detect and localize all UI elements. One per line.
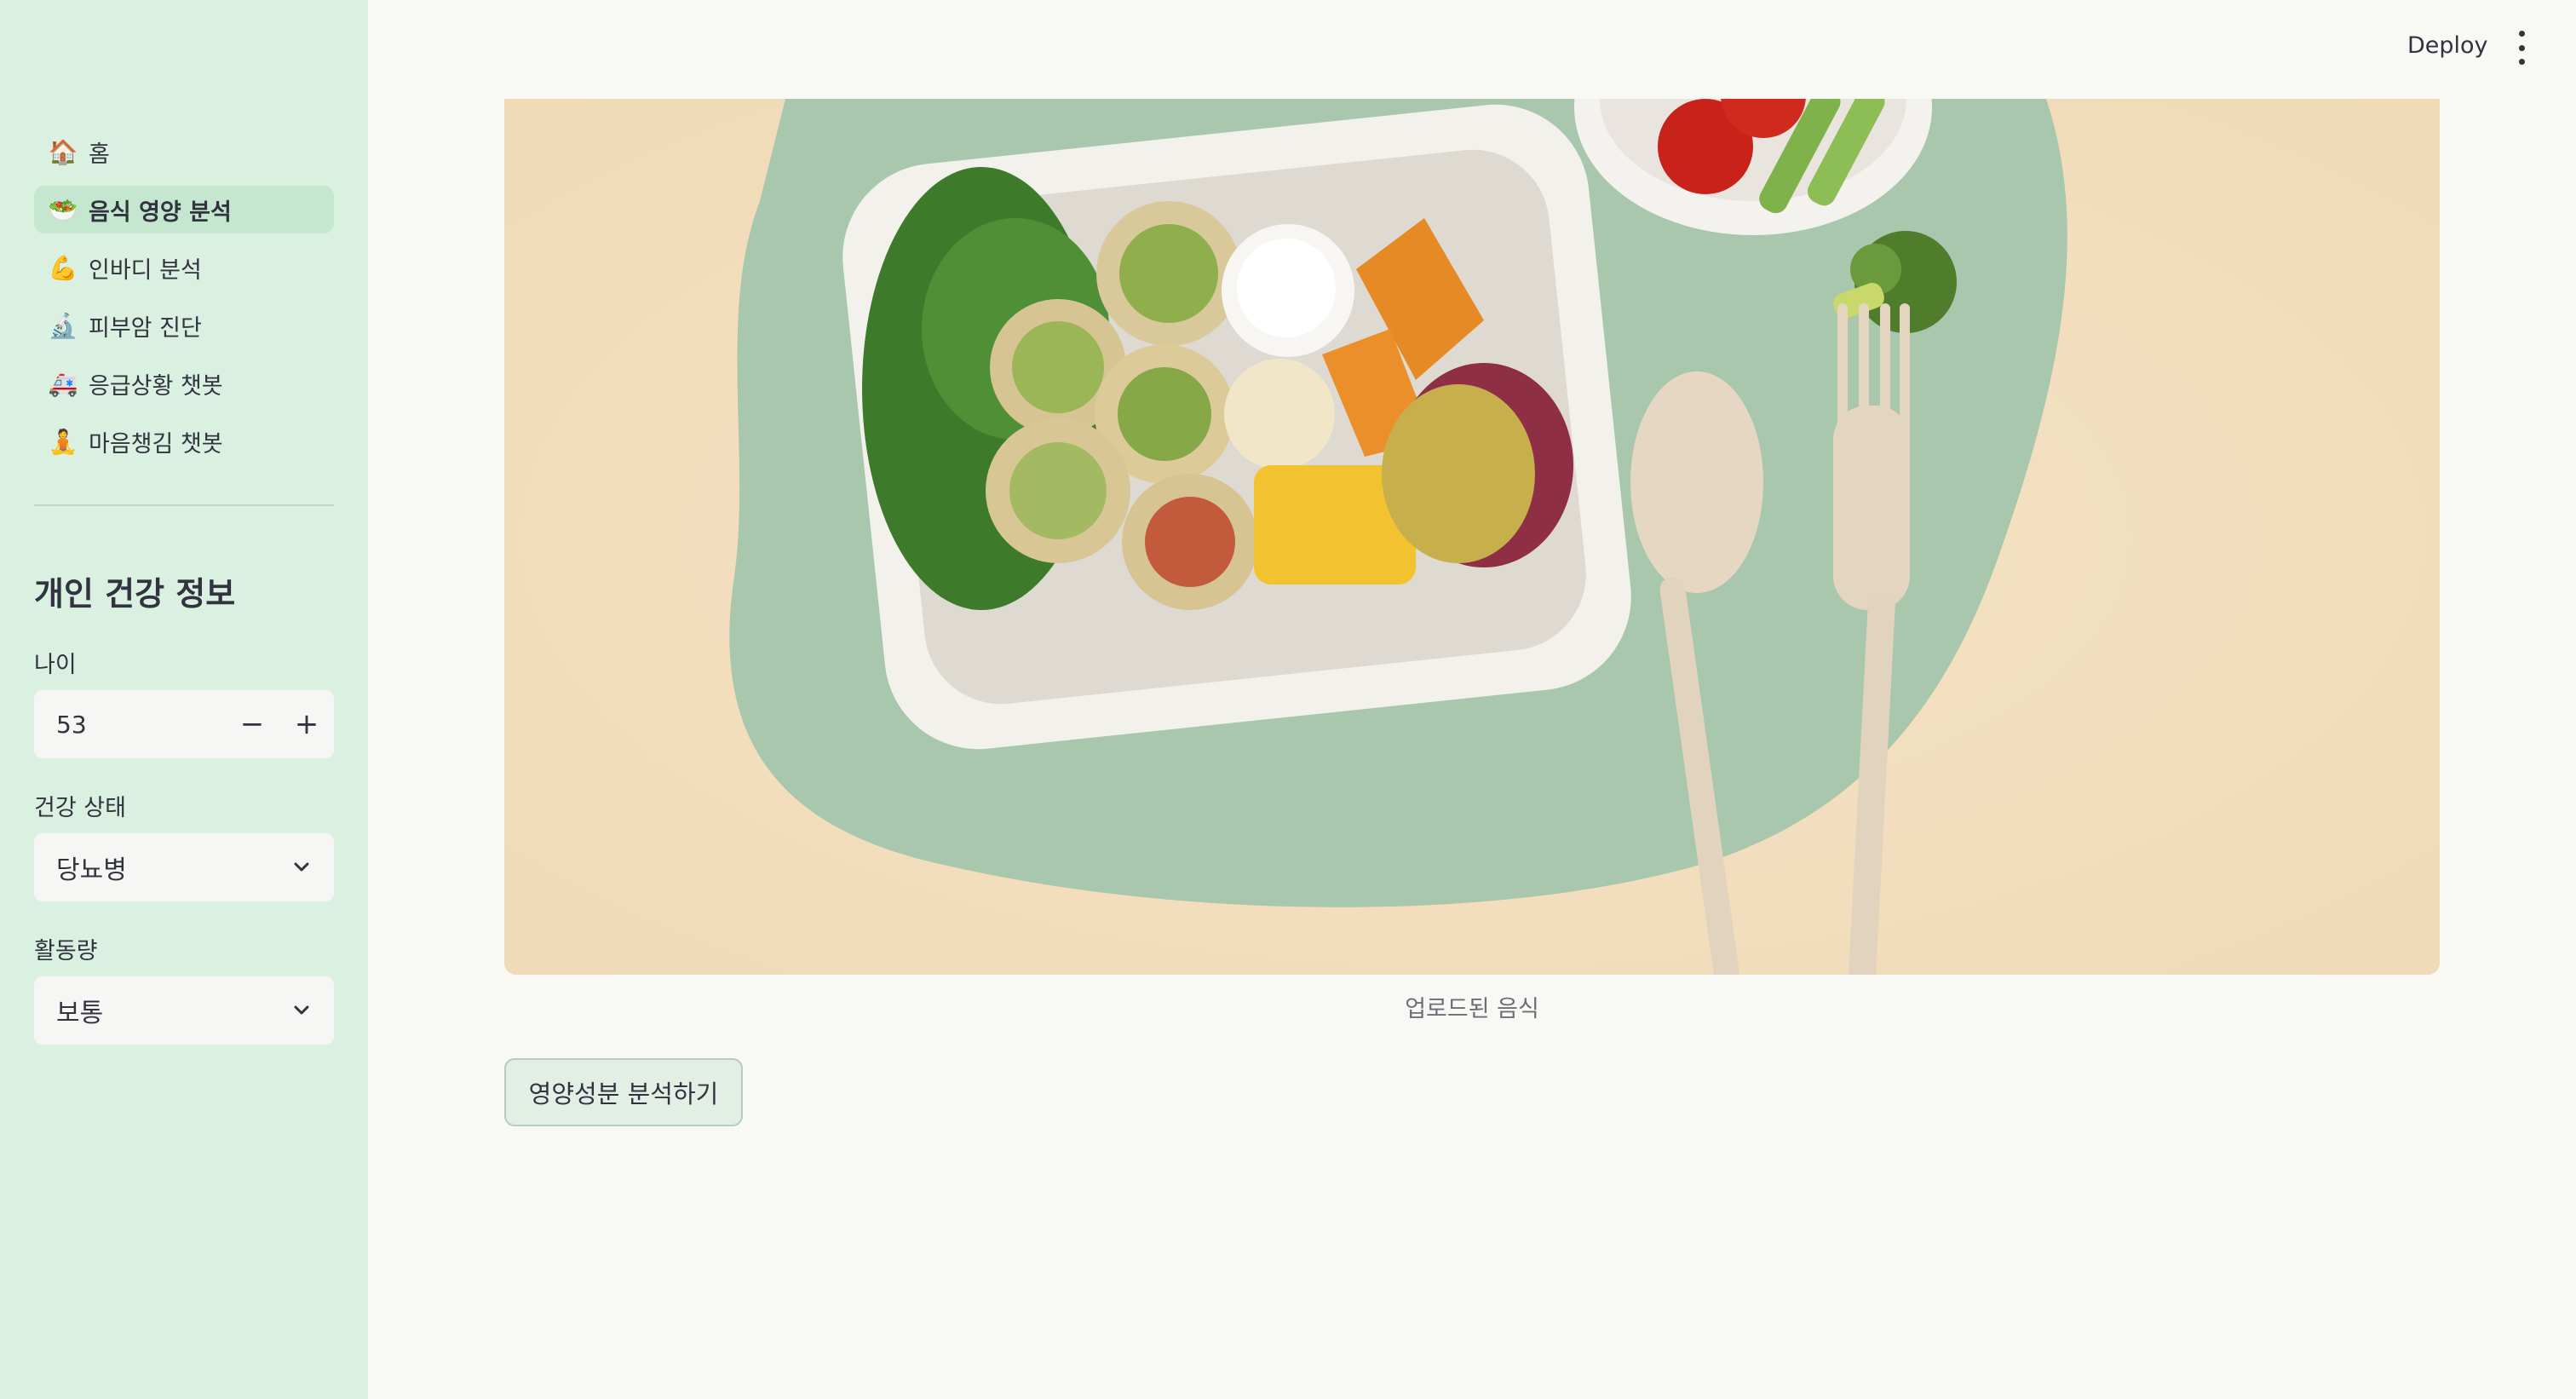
age-stepper: 53 − +: [34, 690, 334, 758]
chevron-down-icon: [294, 1005, 309, 1015]
health-status-select[interactable]: 당뇨병: [34, 833, 334, 901]
food-photo: [504, 99, 2440, 975]
sidebar: 🏠 홈 🥗 음식 영양 분석 💪 인바디 분석 🔬 피부암 진단 🚑 응급상황 …: [0, 0, 368, 1399]
decrement-button[interactable]: −: [225, 690, 279, 758]
sidebar-item-label: 피부암 진단: [89, 314, 202, 342]
sidebar-item-inbody[interactable]: 💪 인바디 분석: [34, 244, 334, 291]
age-label: 나이: [34, 652, 77, 678]
sidebar-item-label: 마음챙김 챗봇: [89, 430, 223, 458]
analyze-nutrition-button[interactable]: 영양성분 분석하기: [504, 1058, 743, 1126]
activity-value: 보통: [56, 999, 104, 1028]
age-input[interactable]: 53: [34, 711, 225, 739]
microscope-icon: 🔬: [48, 311, 78, 340]
sidebar-item-label: 홈: [89, 141, 110, 168]
house-icon: 🏠: [48, 137, 78, 166]
chevron-down-icon: [294, 862, 309, 872]
sidebar-item-home[interactable]: 🏠 홈: [34, 128, 334, 176]
sidebar-item-label: 음식 영양 분석: [89, 199, 232, 226]
flexed-bicep-icon: 💪: [48, 253, 78, 282]
activity-select[interactable]: 보통: [34, 976, 334, 1045]
sidebar-nav: 🏠 홈 🥗 음식 영양 분석 💪 인바디 분석 🔬 피부암 진단 🚑 응급상황 …: [34, 128, 334, 475]
sidebar-item-label: 인바디 분석: [89, 256, 202, 284]
increment-button[interactable]: +: [279, 690, 334, 758]
image-caption: 업로드된 음식: [1405, 996, 1539, 1022]
health-status-label: 건강 상태: [34, 795, 126, 821]
more-vertical-icon[interactable]: [2511, 31, 2532, 65]
sidebar-item-mindfulness-chatbot[interactable]: 🧘 마음챙김 챗봇: [34, 417, 334, 465]
salad-icon: 🥗: [48, 195, 78, 224]
sidebar-item-skin-cancer[interactable]: 🔬 피부암 진단: [34, 302, 334, 349]
sidebar-item-label: 응급상황 챗봇: [89, 372, 223, 400]
health-status-value: 당뇨병: [56, 855, 127, 885]
ambulance-icon: 🚑: [48, 369, 78, 398]
activity-label: 활동량: [34, 938, 98, 964]
deploy-button[interactable]: Deploy: [2407, 32, 2488, 59]
section-title: 개인 건강 정보: [34, 575, 236, 613]
uploaded-food-image: [504, 99, 2440, 975]
meditation-icon: 🧘: [48, 427, 78, 456]
sidebar-item-emergency-chatbot[interactable]: 🚑 응급상황 챗봇: [34, 360, 334, 407]
sidebar-divider: [34, 504, 334, 506]
sidebar-item-food-nutrition[interactable]: 🥗 음식 영양 분석: [34, 186, 334, 233]
